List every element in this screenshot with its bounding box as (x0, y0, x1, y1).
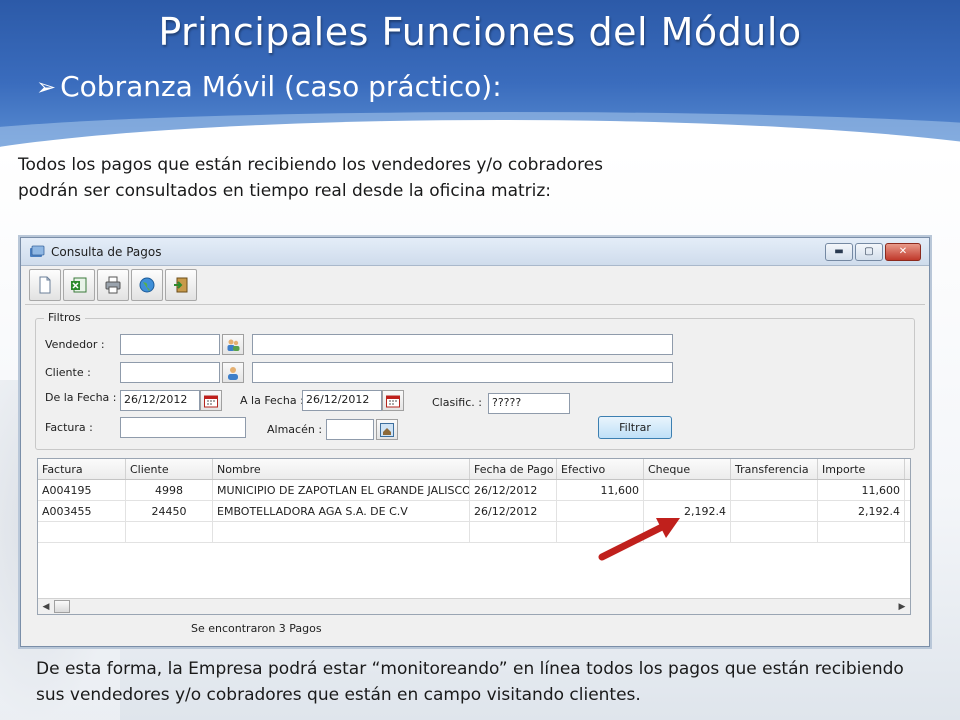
filtros-group: Filtros Vendedor : Cliente : De la Fecha… (35, 311, 915, 450)
users-icon (227, 339, 240, 351)
table-row-empty[interactable] (38, 522, 910, 543)
cell-nombre[interactable]: EMBOTELLADORA AGA S.A. DE C.V (213, 501, 470, 521)
cliente-name-input[interactable] (252, 362, 673, 383)
cell-empty[interactable] (470, 522, 557, 542)
factura-input[interactable] (120, 417, 246, 438)
status-text: Se encontraron 3 Pagos (191, 622, 322, 635)
calendar-icon (386, 395, 400, 407)
cliente-code-input[interactable] (120, 362, 220, 383)
scroll-thumb[interactable] (54, 600, 70, 613)
minimize-button[interactable]: ▬ (825, 242, 853, 261)
column-header-efectivo[interactable]: Efectivo (557, 459, 644, 479)
horizontal-scrollbar[interactable]: ◀ ▶ (38, 598, 910, 614)
toolbar-divider (25, 304, 925, 305)
cell-empty[interactable] (818, 522, 905, 542)
cell-factura[interactable]: A003455 (38, 501, 126, 521)
column-header-cliente[interactable]: Cliente (126, 459, 213, 479)
de-fecha-input[interactable]: 26/12/2012 (120, 390, 200, 411)
de-fecha-calendar-button[interactable] (200, 390, 222, 411)
intro-paragraph: Todos los pagos que están recibiendo los… (18, 155, 604, 201)
cell-empty[interactable] (126, 522, 213, 542)
calendar-icon (204, 395, 218, 407)
cell-cliente[interactable]: 24450 (126, 501, 213, 521)
slide-subtitle: ➢ Cobranza Móvil (caso práctico): (36, 70, 502, 103)
a-fecha-label: A la Fecha : (240, 394, 304, 407)
pagos-grid: Factura Cliente Nombre Fecha de Pago Efe… (37, 458, 911, 615)
almacen-input[interactable] (326, 419, 374, 440)
cliente-search-button[interactable] (222, 362, 244, 383)
exit-button[interactable] (165, 269, 197, 301)
warehouse-icon (380, 422, 394, 437)
toolbar (21, 266, 929, 304)
cell-cliente[interactable]: 4998 (126, 480, 213, 500)
cell-nombre[interactable]: MUNICIPIO DE ZAPOTLAN EL GRANDE JALISCO (213, 480, 470, 500)
cell-empty[interactable] (38, 522, 126, 542)
window-title: Consulta de Pagos (51, 244, 162, 259)
column-header-transferencia[interactable]: Transferencia (731, 459, 818, 479)
close-button[interactable]: ✕ (885, 242, 921, 261)
cell-transferencia[interactable] (731, 480, 818, 500)
globe-icon (139, 277, 155, 293)
subtitle-text: Cobranza Móvil (caso práctico): (60, 70, 502, 103)
almacen-label: Almacén : (267, 423, 323, 436)
slide-title: Principales Funciones del Módulo (158, 10, 802, 54)
filtros-legend: Filtros (44, 311, 85, 324)
cell-factura[interactable]: A004195 (38, 480, 126, 500)
print-icon (105, 276, 121, 294)
outro-paragraph: De esta forma, la Empresa podrá estar “m… (36, 659, 904, 705)
cell-importe[interactable]: 2,192.4 (818, 501, 905, 521)
print-button[interactable] (97, 269, 129, 301)
maximize-button[interactable]: ▢ (855, 242, 883, 261)
cell-efectivo[interactable]: 11,600 (557, 480, 644, 500)
cell-fecha[interactable]: 26/12/2012 (470, 480, 557, 500)
filtrar-button[interactable]: Filtrar (598, 416, 672, 439)
vendedor-code-input[interactable] (120, 334, 220, 355)
column-header-nombre[interactable]: Nombre (213, 459, 470, 479)
new-document-icon (39, 276, 51, 294)
cell-fecha[interactable]: 26/12/2012 (470, 501, 557, 521)
grid-header: Factura Cliente Nombre Fecha de Pago Efe… (38, 459, 910, 480)
cell-cheque[interactable] (644, 480, 731, 500)
table-row[interactable]: A004195 4998 MUNICIPIO DE ZAPOTLAN EL GR… (38, 480, 910, 501)
table-row[interactable]: A003455 24450 EMBOTELLADORA AGA S.A. DE … (38, 501, 910, 522)
exit-icon (174, 277, 188, 293)
de-fecha-label: De la Fecha : (45, 391, 117, 404)
new-button[interactable] (29, 269, 61, 301)
window-titlebar[interactable]: Consulta de Pagos ▬ ▢ ✕ (21, 238, 929, 266)
column-header-importe[interactable]: Importe (818, 459, 905, 479)
clasific-input[interactable]: ????? (488, 393, 570, 414)
a-fecha-input[interactable]: 26/12/2012 (302, 390, 382, 411)
arrow-bullet-icon: ➢ (36, 72, 57, 101)
excel-button[interactable] (63, 269, 95, 301)
column-header-cheque[interactable]: Cheque (644, 459, 731, 479)
excel-export-icon (71, 277, 87, 293)
cell-empty[interactable] (731, 522, 818, 542)
cell-empty[interactable] (213, 522, 470, 542)
factura-label: Factura : (45, 421, 93, 434)
cliente-label: Cliente : (45, 366, 91, 379)
red-arrow-annotation (598, 518, 680, 561)
column-header-fecha-pago[interactable]: Fecha de Pago (470, 459, 557, 479)
almacen-search-button[interactable] (376, 419, 398, 440)
user-icon (228, 366, 238, 380)
window-controls: ▬ ▢ ✕ (825, 242, 921, 261)
cell-transferencia[interactable] (731, 501, 818, 521)
app-icon (30, 245, 45, 257)
a-fecha-calendar-button[interactable] (382, 390, 404, 411)
vendedor-search-button[interactable] (222, 334, 244, 355)
scroll-right-icon[interactable]: ▶ (894, 602, 910, 612)
consulta-pagos-window: Consulta de Pagos ▬ ▢ ✕ Filtros Vendedor… (20, 237, 930, 647)
column-header-factura[interactable]: Factura (38, 459, 126, 479)
vendedor-label: Vendedor : (45, 338, 105, 351)
scroll-left-icon[interactable]: ◀ (38, 602, 54, 612)
cell-importe[interactable]: 11,600 (818, 480, 905, 500)
clasific-label: Clasific. : (432, 396, 482, 409)
globe-button[interactable] (131, 269, 163, 301)
vendedor-name-input[interactable] (252, 334, 673, 355)
